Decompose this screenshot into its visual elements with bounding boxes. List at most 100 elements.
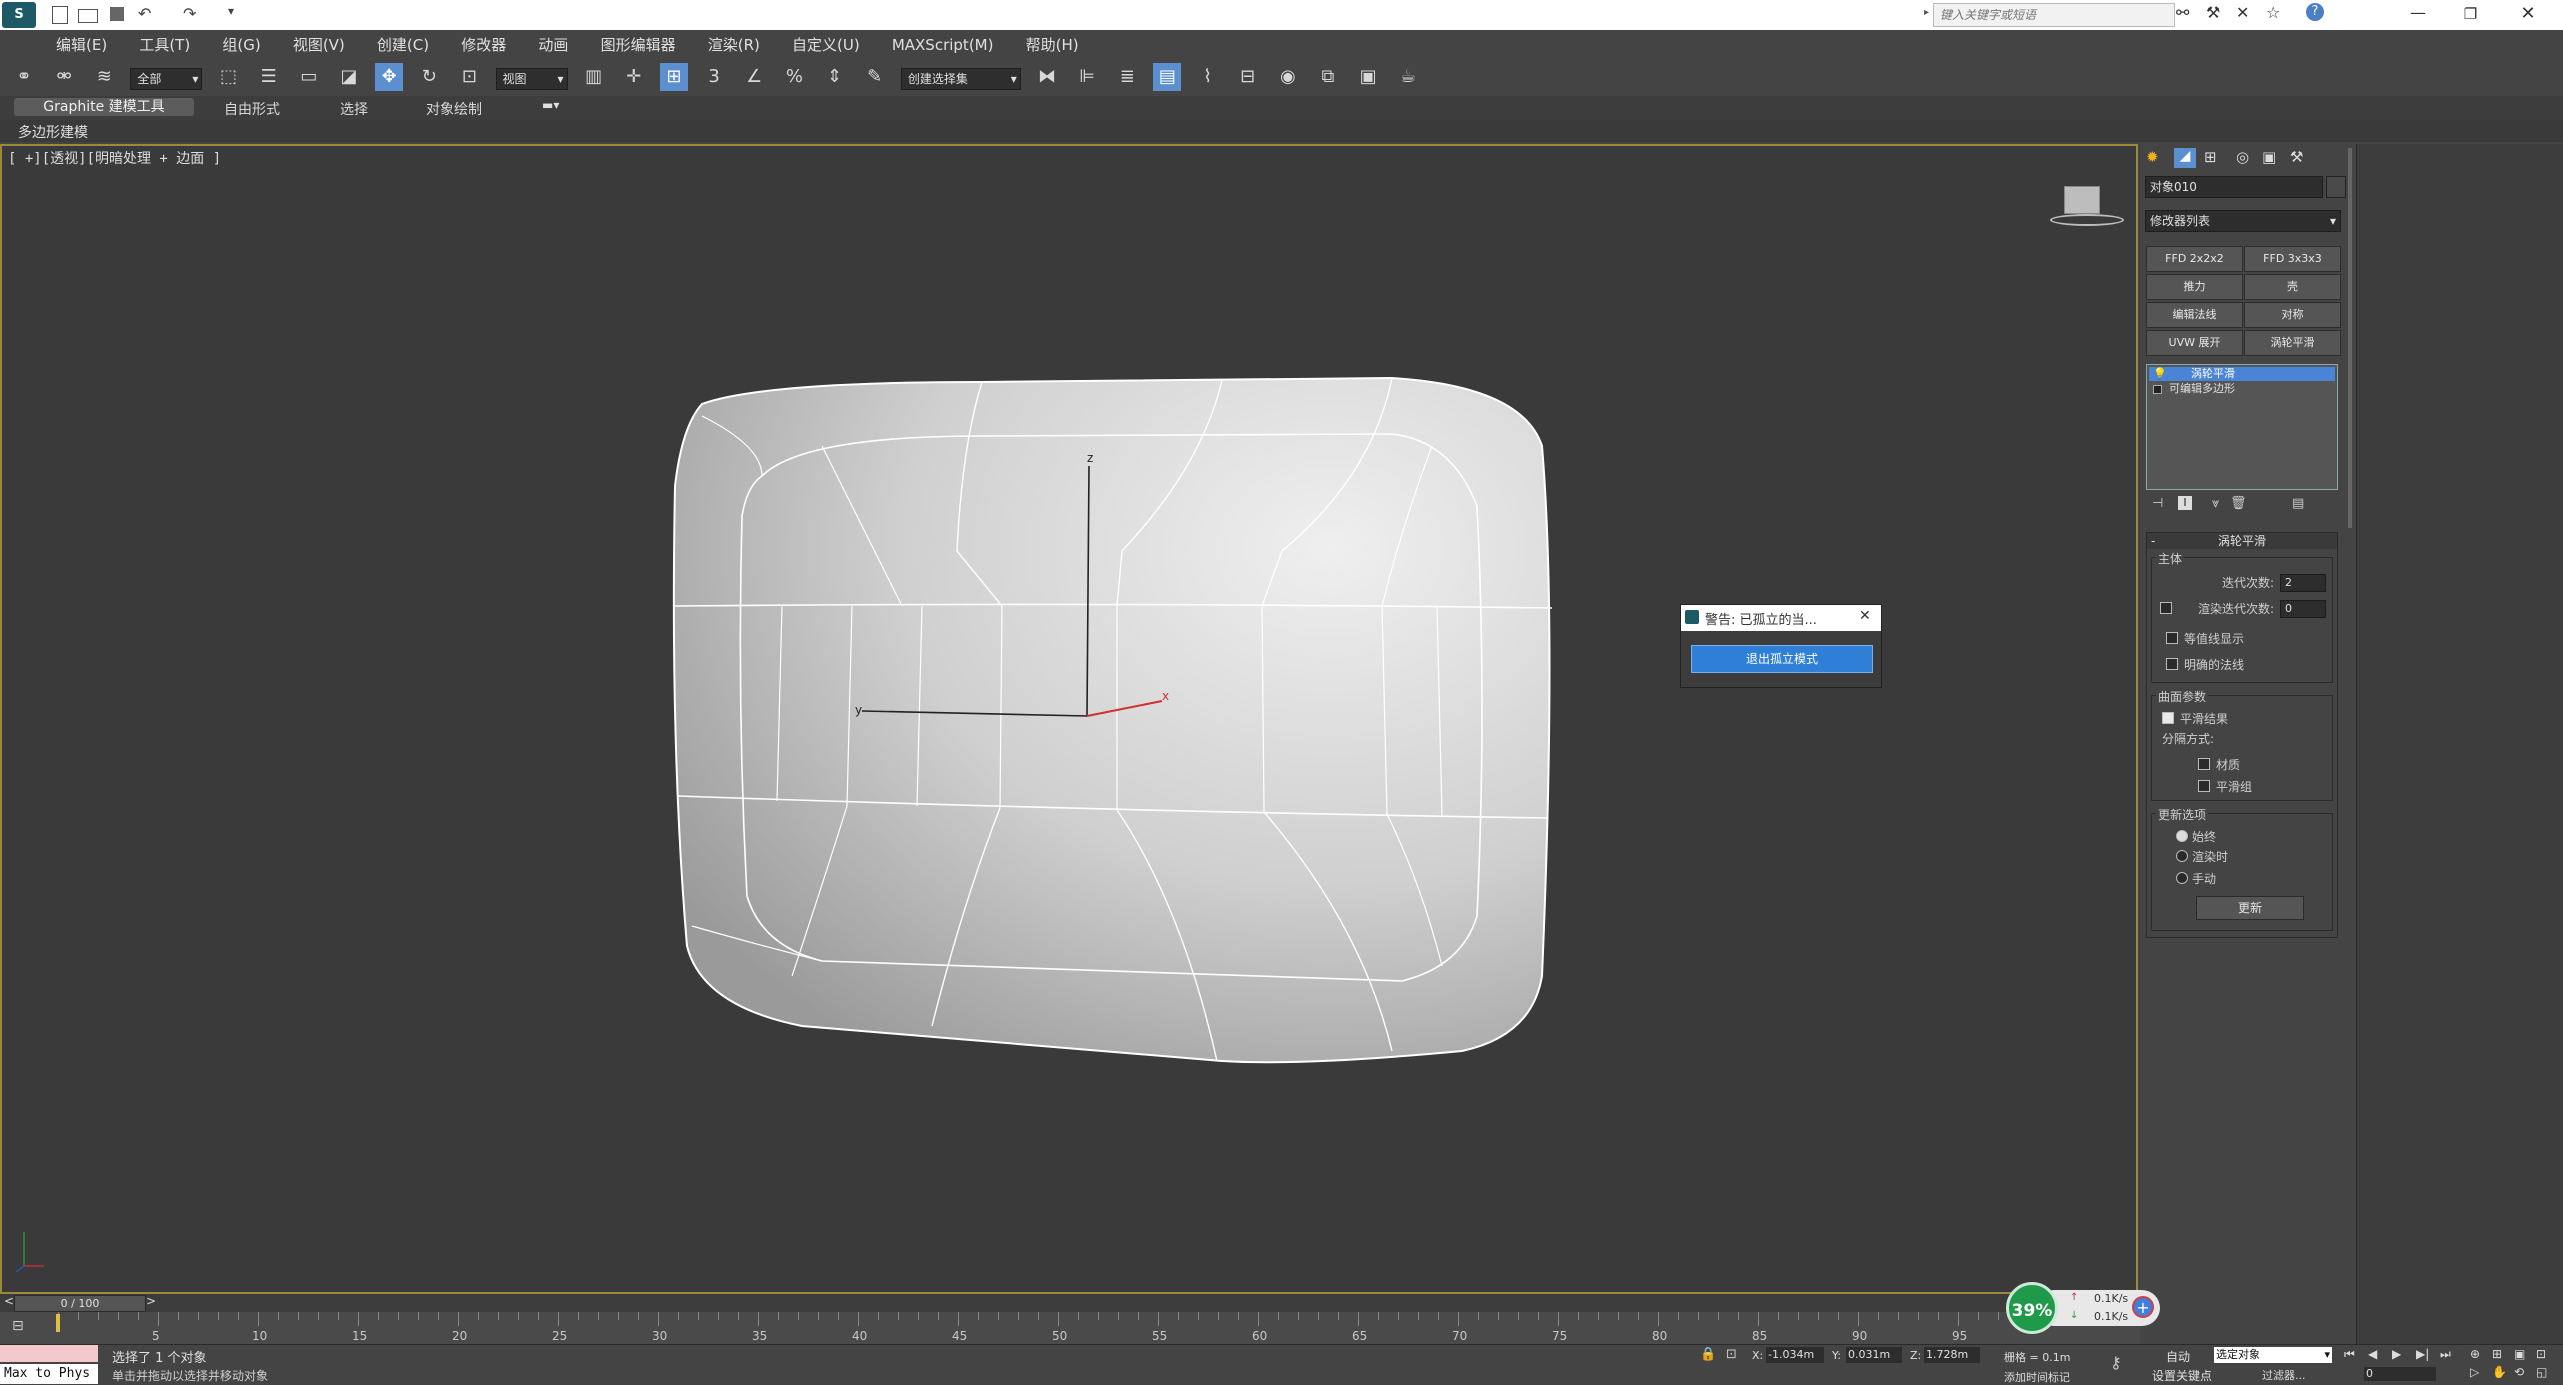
configure-sets-icon[interactable]: ▤ — [2292, 496, 2304, 511]
iterations-spinner[interactable]: 2 — [2280, 574, 2326, 592]
time-next-icon[interactable]: > — [146, 1294, 156, 1308]
play-icon[interactable]: ▶ — [2392, 1347, 2401, 1361]
save-icon[interactable] — [110, 7, 124, 21]
time-slider[interactable]: < 0 / 100 > — [0, 1294, 2140, 1312]
pan-icon[interactable]: ✋ — [2492, 1365, 2507, 1379]
object-name-field[interactable]: 对象010 — [2145, 176, 2323, 198]
window-crossing-icon[interactable]: ◪ — [335, 63, 363, 91]
shell-button[interactable]: 壳 — [2244, 274, 2341, 300]
key-filters-button[interactable]: 过滤器... — [2262, 1367, 2306, 1383]
tab-freeform[interactable]: 自由形式 — [224, 99, 280, 119]
scene-explorer-icon[interactable]: ▤ — [1153, 63, 1182, 91]
maxscript-mini-bottom[interactable]: Max to Phys — [0, 1364, 98, 1384]
menu-help[interactable]: 帮助(H) — [1026, 34, 1079, 55]
layer-explorer-icon[interactable]: ≣ — [1113, 63, 1141, 91]
maximize-viewport-icon[interactable]: ◱ — [2536, 1365, 2547, 1379]
unlink-icon[interactable]: ⚮ — [50, 63, 78, 91]
modify-tab-icon[interactable]: ◢ — [2174, 148, 2196, 168]
new-file-icon[interactable] — [52, 6, 68, 24]
menu-graph-editors[interactable]: 图形编辑器 — [601, 34, 676, 55]
time-slider-thumb[interactable]: 0 / 100 — [14, 1295, 146, 1312]
expand-icon[interactable] — [2153, 385, 2162, 394]
bind-spacewarp-icon[interactable]: ≋ — [90, 63, 118, 91]
angle-snap-icon[interactable]: ∠ — [740, 63, 768, 91]
smooth-result-checkbox[interactable] — [2162, 712, 2174, 724]
track-bar[interactable]: ⊟ 5 10 15 20 25 30 35 40 45 50 55 60 65 70 75 80 85 90 95 — [0, 1312, 2140, 1344]
always-radio[interactable] — [2176, 830, 2188, 842]
ref-coord-dropdown[interactable]: 视图 ▾ — [495, 67, 568, 90]
select-manipulate-icon[interactable]: ✛ — [620, 63, 648, 91]
close-button[interactable]: ✕ — [2498, 0, 2558, 28]
absolute-mode-icon[interactable]: ⊡ — [1726, 1347, 1737, 1362]
perspective-viewport[interactable]: [ +][透视][明暗处理 + 边面 ] z y x — [0, 144, 2138, 1294]
tab-graphite[interactable]: Graphite 建模工具 — [14, 98, 194, 116]
menu-modifiers[interactable]: 修改器 — [461, 34, 506, 55]
named-selection-dropdown[interactable]: 创建选择集 ▾ — [900, 67, 1021, 90]
snaps-toggle-icon[interactable]: 3 — [700, 63, 728, 91]
menu-create[interactable]: 创建(C) — [377, 34, 429, 55]
symmetry-button[interactable]: 对称 — [2244, 302, 2341, 328]
select-move-icon[interactable]: ✥ — [375, 63, 404, 91]
keyboard-shortcut-icon[interactable]: ⊞ — [659, 63, 688, 91]
help-icon[interactable]: ? — [2306, 3, 2324, 21]
field-of-view-icon[interactable]: ▷ — [2470, 1365, 2479, 1379]
maxscript-mini-top[interactable] — [0, 1345, 98, 1362]
link-icon[interactable]: ⚭ — [10, 63, 38, 91]
x-coord-field[interactable]: -1.034m — [1766, 1347, 1824, 1363]
remove-modifier-icon[interactable]: 🗑 — [2230, 496, 2247, 511]
key-icon[interactable]: ⚷ — [2110, 1353, 2122, 1372]
hierarchy-tab-icon[interactable]: ⊞ — [2204, 148, 2217, 166]
minimize-button[interactable]: — — [2393, 0, 2443, 28]
restore-button[interactable]: ❐ — [2443, 0, 2498, 28]
menu-rendering[interactable]: 渲染(R) — [708, 34, 760, 55]
stack-item-turbosmooth[interactable]: 💡 涡轮平滑 — [2149, 367, 2335, 381]
rollout-header[interactable]: - 涡轮平滑 — [2147, 533, 2337, 549]
modifier-list-dropdown[interactable]: 修改器列表 ▾ — [2145, 210, 2341, 232]
select-by-name-icon[interactable]: ☰ — [255, 63, 283, 91]
lightbulb-icon[interactable]: 💡 — [2153, 367, 2167, 381]
rendered-frame-icon[interactable]: ▣ — [1354, 63, 1382, 91]
zoom-all-icon[interactable]: ⊞ — [2492, 1347, 2502, 1361]
material-editor-icon[interactable]: ◉ — [1274, 63, 1302, 91]
render-iters-checkbox[interactable] — [2160, 602, 2172, 614]
panel-scrollbar[interactable] — [2348, 148, 2352, 528]
tab-object-paint[interactable]: 对象绘制 — [426, 99, 482, 119]
track-options-icon[interactable]: ⊟ — [12, 1318, 24, 1334]
auto-key-button[interactable]: 自动 — [2166, 1348, 2190, 1365]
menu-views[interactable]: 视图(V) — [293, 34, 345, 55]
menu-maxscript[interactable]: MAXScript(M) — [892, 36, 994, 54]
tools-icon[interactable]: ⚒ — [2206, 3, 2220, 22]
tab-selection[interactable]: 选择 — [340, 99, 368, 119]
y-coord-field[interactable]: 0.031m — [1846, 1347, 1902, 1363]
select-rotate-icon[interactable]: ↻ — [415, 63, 443, 91]
selection-filter-dropdown[interactable]: 全部 ▾ — [130, 67, 203, 90]
utilities-tab-icon[interactable]: ⚒ — [2290, 148, 2303, 166]
create-tab-icon[interactable]: ✹ — [2146, 148, 2159, 166]
open-folder-icon[interactable] — [78, 9, 98, 23]
dialog-close-icon[interactable]: ✕ — [1859, 608, 1871, 624]
z-coord-field[interactable]: 1.728m — [1924, 1347, 1980, 1363]
render-iters-spinner[interactable]: 0 — [2280, 600, 2326, 618]
star-icon[interactable]: ☆ — [2266, 3, 2280, 22]
pivot-center-icon[interactable]: ▥ — [580, 63, 608, 91]
lock-selection-icon[interactable]: 🔒 — [1700, 1347, 1716, 1362]
manually-radio[interactable] — [2176, 872, 2188, 884]
isoline-checkbox[interactable] — [2166, 632, 2178, 644]
search-box[interactable]: ▸ — [1924, 3, 2175, 27]
schematic-view-icon[interactable]: ⊟ — [1234, 63, 1262, 91]
search-input[interactable] — [1938, 6, 2170, 24]
edit-named-sets-icon[interactable]: ✎ — [861, 63, 889, 91]
add-plus-icon[interactable]: + — [2132, 1296, 2154, 1318]
when-rendering-radio[interactable] — [2176, 850, 2188, 862]
pin-stack-icon[interactable]: ⊣ — [2152, 496, 2163, 511]
render-teapot-icon[interactable]: ☕ — [1394, 63, 1422, 91]
turbosmooth-button[interactable]: 涡轮平滑 — [2244, 330, 2341, 356]
push-button[interactable]: 推力 — [2146, 274, 2243, 300]
time-prev-icon[interactable]: < — [4, 1294, 14, 1308]
exit-isolation-button[interactable]: 退出孤立模式 — [1691, 645, 1873, 673]
dropdown-icon[interactable]: ▾ — [228, 4, 234, 18]
select-object-icon[interactable]: ⬚ — [215, 63, 243, 91]
mirror-icon[interactable]: ⧓ — [1033, 63, 1061, 91]
menu-edit[interactable]: 编辑(E) — [56, 34, 107, 55]
subtab-polygon-modeling[interactable]: 多边形建模 — [18, 122, 88, 142]
